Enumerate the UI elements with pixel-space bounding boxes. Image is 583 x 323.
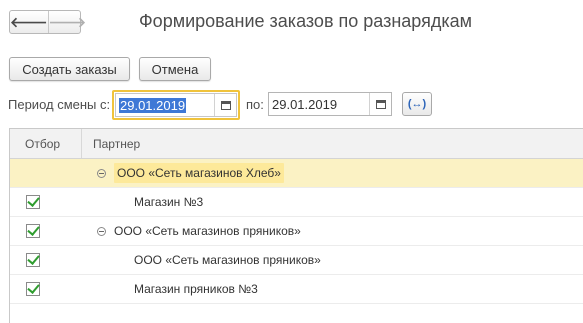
calendar-icon [220, 100, 231, 110]
table-row[interactable]: ООО «Сеть магазинов пряников» [10, 217, 583, 246]
arrow-right-icon: 🡒 [48, 13, 87, 30]
period-from-label: Период смены с: [8, 97, 111, 112]
checkbox[interactable] [26, 195, 40, 209]
column-header-partner[interactable]: Партнер [82, 137, 140, 151]
checkbox[interactable] [26, 282, 40, 296]
cancel-button[interactable]: Отмена [139, 57, 211, 81]
partner-label: Магазин №3 [134, 195, 204, 209]
table-row[interactable]: Магазин №3 [10, 188, 583, 217]
period-select-button[interactable]: (↔) [402, 92, 432, 116]
collapse-icon[interactable] [97, 226, 106, 236]
partner-label: ООО «Сеть магазинов пряников» [134, 253, 321, 267]
partners-table: Отбор Партнер ООО «Сеть магазинов Хлеб» … [9, 128, 583, 323]
table-header: Отбор Партнер [10, 129, 583, 159]
select-cell[interactable] [10, 159, 82, 187]
checkbox[interactable] [26, 224, 40, 238]
calendar-icon [375, 99, 386, 109]
period-to-input[interactable]: 29.01.2019 [269, 97, 369, 112]
period-from-calendar-button[interactable] [214, 94, 236, 116]
table-row[interactable]: Магазин пряников №3 [10, 275, 583, 304]
period-from-field[interactable]: 29.01.2019 [112, 90, 240, 120]
navigation-buttons: 🡐 🡒 [9, 10, 86, 34]
period-to-field[interactable]: 29.01.2019 [268, 92, 392, 116]
partner-label: Магазин пряников №3 [134, 282, 258, 296]
period-to-calendar-button[interactable] [369, 93, 391, 115]
collapse-icon[interactable] [97, 168, 106, 178]
checkbox[interactable] [26, 253, 40, 267]
back-button[interactable]: 🡐 [10, 11, 49, 33]
swap-arrows-icon: (↔) [407, 98, 427, 110]
period-to-label: по: [246, 97, 264, 112]
page-title: Формирование заказов по разнарядкам [139, 11, 472, 31]
period-from-input[interactable]: 29.01.2019 [116, 97, 214, 113]
create-orders-button[interactable]: Создать заказы [9, 57, 130, 81]
forward-button[interactable]: 🡒 [49, 11, 87, 33]
table-row[interactable]: ООО «Сеть магазинов пряников» [10, 246, 583, 275]
arrow-left-icon: 🡐 [10, 13, 48, 30]
partner-group-label: ООО «Сеть магазинов Хлеб» [114, 163, 284, 183]
partner-group-label: ООО «Сеть магазинов пряников» [114, 224, 301, 238]
column-header-select[interactable]: Отбор [10, 129, 82, 158]
table-row[interactable]: ООО «Сеть магазинов Хлеб» [10, 159, 583, 188]
